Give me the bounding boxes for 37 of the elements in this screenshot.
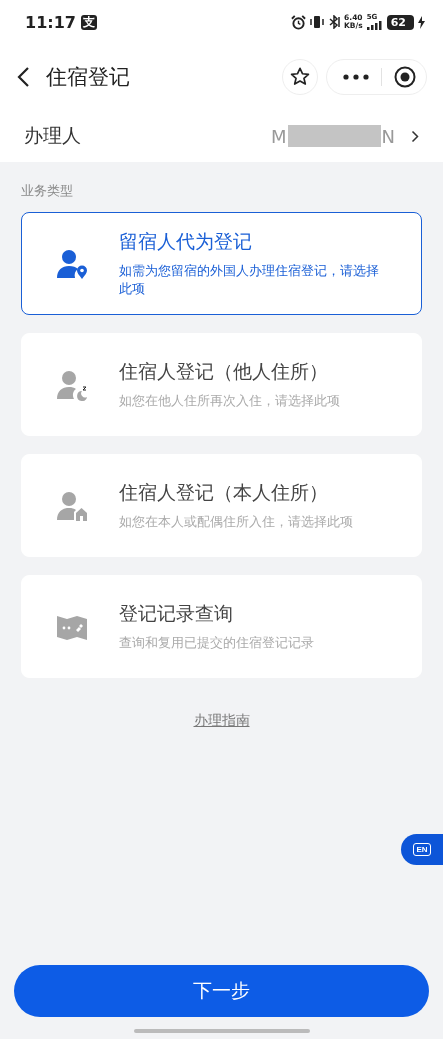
option-card[interactable]: 住宿人登记（本人住所） 如您在本人或配偶住所入住，请选择此项 [21,454,422,557]
page-title: 住宿登记 [46,64,130,91]
handler-name-end: N [381,125,395,147]
option-title: 登记记录查询 [119,601,234,626]
charging-icon [418,15,425,29]
guide-link[interactable]: 办理指南 [193,712,250,730]
app-badge: 支 [80,14,97,30]
back-icon[interactable] [16,66,30,88]
favorite-button[interactable] [282,59,318,95]
alarm-icon [290,14,306,30]
option-card[interactable]: 留宿人代为登记 如需为您留宿的外国人办理住宿登记，请选择此项 [21,212,422,315]
option-card[interactable]: 住宿人登记（他人住所） 如您在他人住所再次入住，请选择此项 [21,333,422,436]
option-title: 住宿人登记（本人住所） [119,480,329,505]
option-description: 如您在他人住所再次入住，请选择此项 [119,392,341,410]
star-icon [289,66,311,88]
option-card[interactable]: 登记记录查询 查询和复用已提交的住宿登记记录 [21,575,422,678]
clock-time: 11:17 [25,12,76,32]
chevron-right-icon [411,129,419,143]
handler-row[interactable]: 办理人 M N [0,110,443,162]
section-label: 业务类型 [21,182,74,200]
handler-label: 办理人 [24,123,81,148]
battery-level: 62 [386,14,414,30]
vibrate-icon [309,15,324,29]
bluetooth-icon [327,15,340,29]
option-title: 住宿人登记（他人住所） [119,359,329,384]
option-description: 查询和复用已提交的住宿登记记录 [119,634,315,652]
person-pin-icon [55,247,88,280]
person-moon-icon [55,368,88,401]
person-home-icon [55,489,88,522]
more-icon[interactable] [343,74,369,80]
option-title: 留宿人代为登记 [119,229,253,254]
signal-icon [366,21,383,30]
option-description: 如您在本人或配偶住所入住，请选择此项 [119,513,354,531]
option-description: 如需为您留宿的外国人办理住宿登记，请选择此项 [119,262,380,298]
next-step-button[interactable]: 下一步 [14,965,429,1017]
handler-name-start: M [271,125,287,147]
language-toggle-button[interactable]: EN [401,834,443,865]
